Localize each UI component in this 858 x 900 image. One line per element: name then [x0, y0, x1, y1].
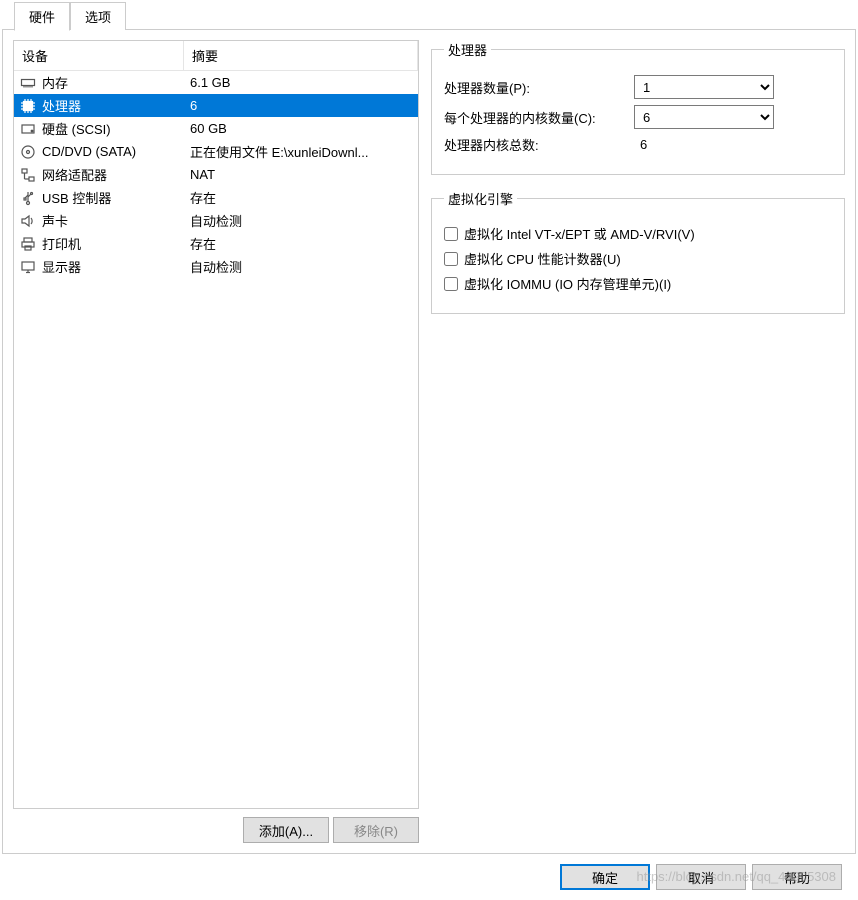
dialog-footer: 确定 取消 帮助 — [560, 864, 842, 890]
ok-button[interactable]: 确定 — [560, 864, 650, 890]
help-button[interactable]: 帮助 — [752, 864, 842, 890]
list-row-display[interactable]: 显示器 自动检测 — [14, 255, 418, 278]
total-cores-value: 6 — [634, 137, 832, 152]
list-row-network[interactable]: 网络适配器 NAT — [14, 163, 418, 186]
processors-group: 处理器 处理器数量(P): 1 每个处理器的内核数量(C): 6 处理器内 — [431, 40, 845, 175]
processors-legend: 处理器 — [444, 40, 491, 59]
total-cores-label: 处理器内核总数: — [444, 135, 634, 154]
tab-options[interactable]: 选项 — [70, 2, 126, 30]
processor-count-label: 处理器数量(P): — [444, 78, 634, 97]
device-name: CD/DVD (SATA) — [42, 144, 136, 159]
right-column: 处理器 处理器数量(P): 1 每个处理器的内核数量(C): 6 处理器内 — [431, 40, 845, 843]
sound-icon — [20, 213, 36, 229]
device-list: 设备 摘要 内存 6.1 GB 处理器 6 — [13, 40, 419, 809]
tab-options-label: 选项 — [85, 10, 111, 25]
list-row-memory[interactable]: 内存 6.1 GB — [14, 71, 418, 94]
remove-button: 移除(R) — [333, 817, 419, 843]
device-name: 网络适配器 — [42, 165, 107, 184]
hardware-tab-panel: 设备 摘要 内存 6.1 GB 处理器 6 — [2, 29, 856, 854]
header-device[interactable]: 设备 — [14, 41, 184, 70]
virt-vt-checkbox[interactable] — [444, 227, 458, 241]
device-summary: NAT — [184, 167, 418, 182]
tab-hardware[interactable]: 硬件 — [14, 2, 70, 31]
device-summary: 6 — [184, 98, 418, 113]
device-name: 处理器 — [42, 96, 81, 115]
device-name: 声卡 — [42, 211, 68, 230]
cpu-icon — [20, 98, 36, 114]
device-summary: 自动检测 — [184, 257, 418, 276]
device-summary: 自动检测 — [184, 211, 418, 230]
cores-per-processor-label: 每个处理器的内核数量(C): — [444, 108, 634, 127]
device-summary: 存在 — [184, 234, 418, 253]
usb-icon — [20, 190, 36, 206]
memory-icon — [20, 75, 36, 91]
virt-iommu-row[interactable]: 虚拟化 IOMMU (IO 内存管理单元)(I) — [444, 274, 832, 293]
display-icon — [20, 259, 36, 275]
virt-vt-row[interactable]: 虚拟化 Intel VT-x/EPT 或 AMD-V/RVI(V) — [444, 224, 832, 243]
tab-hardware-label: 硬件 — [29, 10, 55, 25]
device-list-body: 内存 6.1 GB 处理器 6 硬盘 (SCSI) 6 — [14, 71, 418, 278]
processor-count-select[interactable]: 1 — [634, 75, 774, 99]
device-summary: 6.1 GB — [184, 75, 418, 90]
add-button[interactable]: 添加(A)... — [243, 817, 329, 843]
list-row-printer[interactable]: 打印机 存在 — [14, 232, 418, 255]
virt-iommu-label: 虚拟化 IOMMU (IO 内存管理单元)(I) — [464, 274, 671, 293]
disk-icon — [20, 121, 36, 137]
device-name: 打印机 — [42, 234, 81, 253]
list-row-cddvd[interactable]: CD/DVD (SATA) 正在使用文件 E:\xunleiDownl... — [14, 140, 418, 163]
list-row-sound[interactable]: 声卡 自动检测 — [14, 209, 418, 232]
left-column: 设备 摘要 内存 6.1 GB 处理器 6 — [13, 40, 419, 843]
device-name: 显示器 — [42, 257, 81, 276]
header-summary[interactable]: 摘要 — [184, 41, 418, 70]
network-icon — [20, 167, 36, 183]
cores-per-processor-select[interactable]: 6 — [634, 105, 774, 129]
virt-cpu-label: 虚拟化 CPU 性能计数器(U) — [464, 249, 621, 268]
virt-cpu-checkbox[interactable] — [444, 252, 458, 266]
device-name: 内存 — [42, 73, 68, 92]
device-name: USB 控制器 — [42, 188, 111, 207]
device-list-header: 设备 摘要 — [14, 41, 418, 71]
device-summary: 60 GB — [184, 121, 418, 136]
list-row-usb[interactable]: USB 控制器 存在 — [14, 186, 418, 209]
device-summary: 存在 — [184, 188, 418, 207]
virtualization-legend: 虚拟化引擎 — [444, 189, 517, 208]
list-buttons: 添加(A)... 移除(R) — [13, 817, 419, 843]
virt-vt-label: 虚拟化 Intel VT-x/EPT 或 AMD-V/RVI(V) — [464, 224, 695, 243]
list-row-harddisk[interactable]: 硬盘 (SCSI) 60 GB — [14, 117, 418, 140]
tab-bar: 硬件 选项 — [0, 0, 858, 30]
cancel-button[interactable]: 取消 — [656, 864, 746, 890]
virtualization-group: 虚拟化引擎 虚拟化 Intel VT-x/EPT 或 AMD-V/RVI(V) … — [431, 189, 845, 314]
virt-iommu-checkbox[interactable] — [444, 277, 458, 291]
list-row-processor[interactable]: 处理器 6 — [14, 94, 418, 117]
printer-icon — [20, 236, 36, 252]
cd-icon — [20, 144, 36, 160]
virt-cpu-row[interactable]: 虚拟化 CPU 性能计数器(U) — [444, 249, 832, 268]
device-name: 硬盘 (SCSI) — [42, 119, 111, 138]
device-summary: 正在使用文件 E:\xunleiDownl... — [184, 142, 418, 161]
